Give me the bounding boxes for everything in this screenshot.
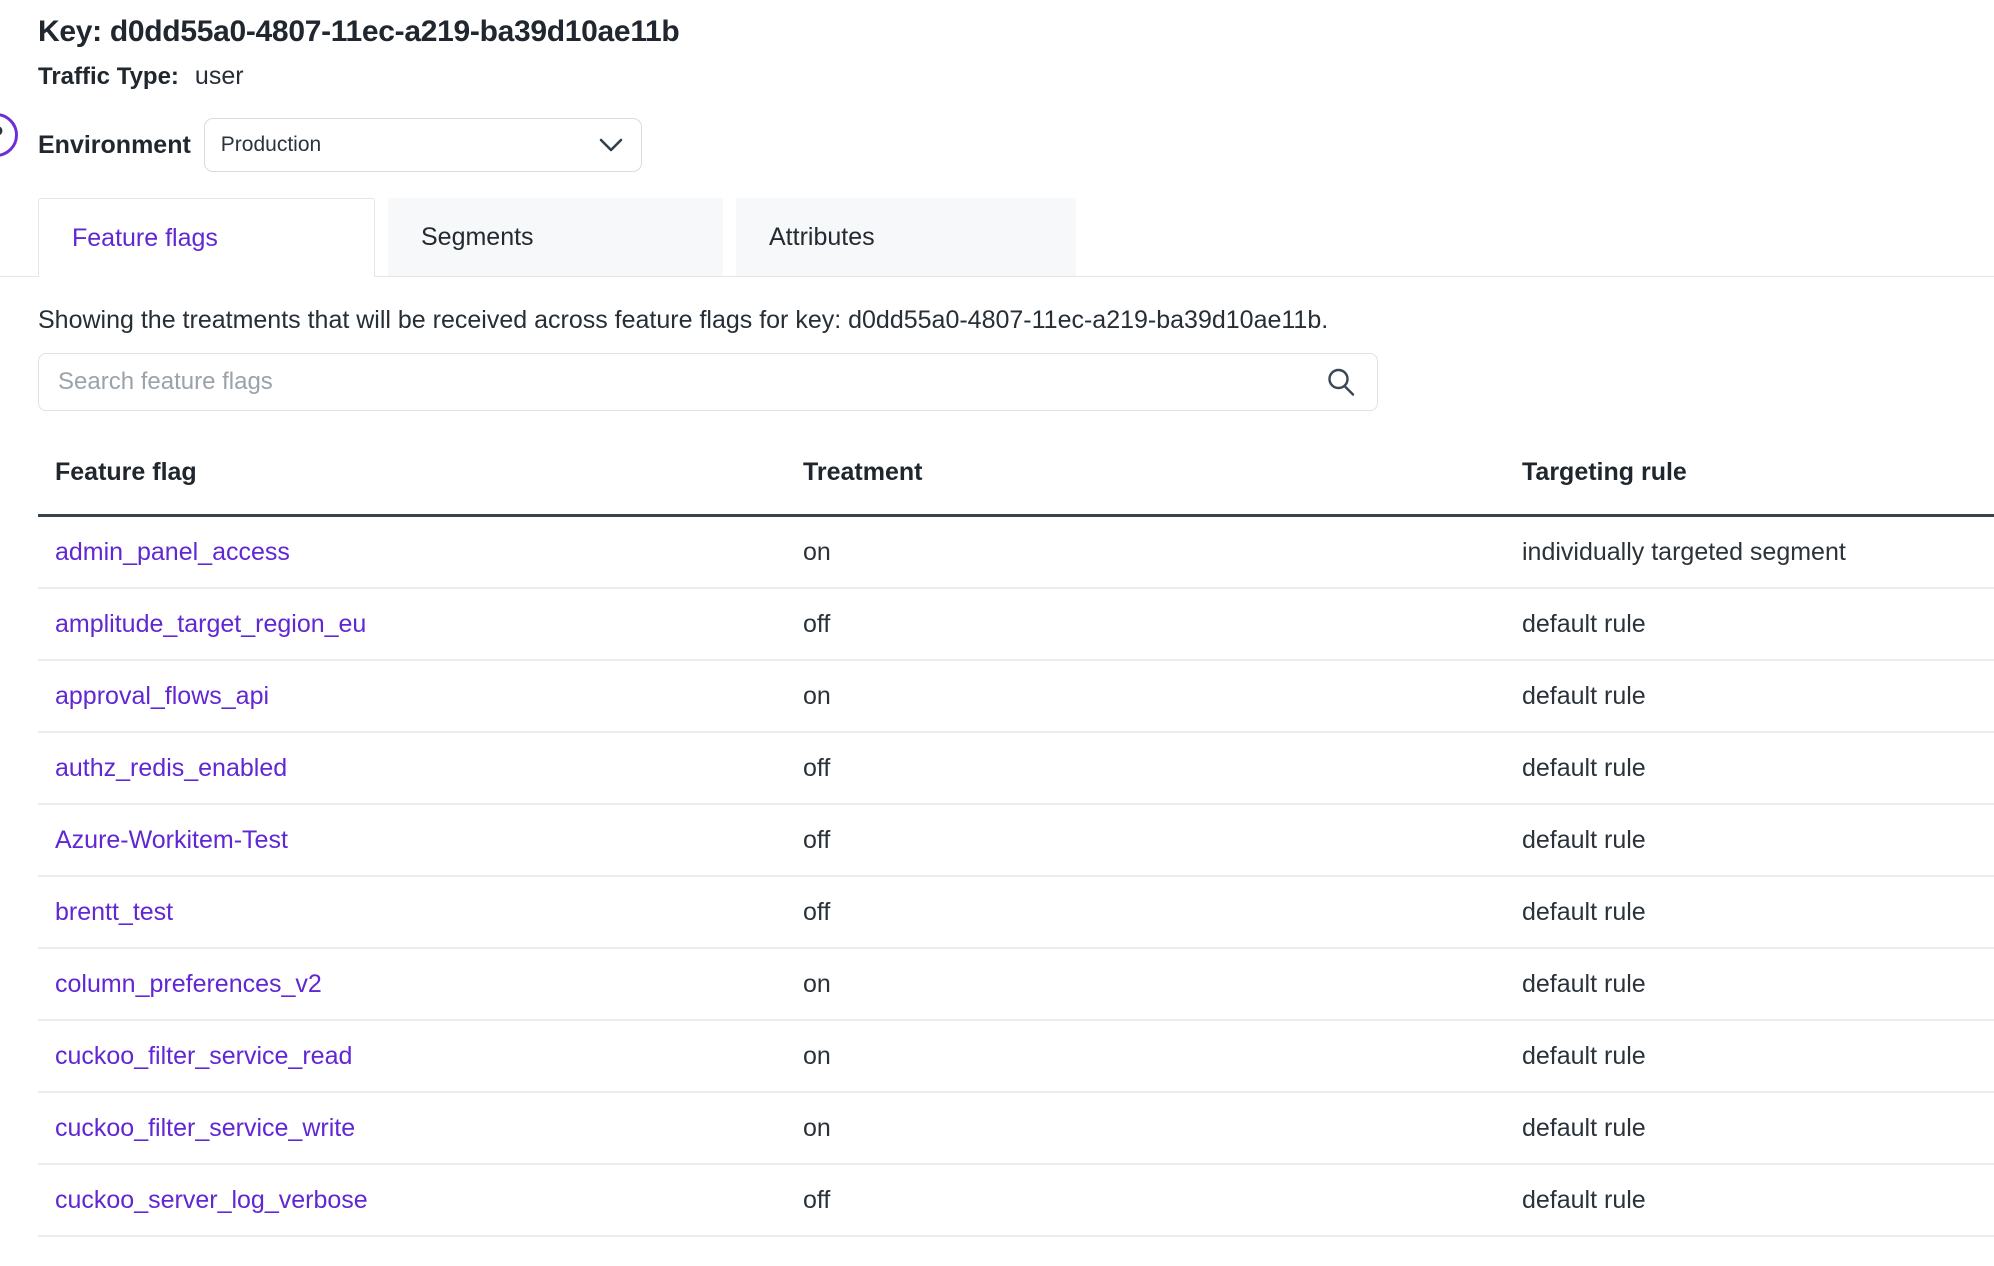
treatment-value: on — [803, 1092, 1522, 1164]
search-box — [38, 353, 1378, 411]
feature-flag-cell: Azure-Workitem-Test — [38, 804, 803, 876]
feature-flag-link[interactable]: column_preferences_v2 — [55, 970, 322, 998]
tab-attributes-label: Attributes — [769, 223, 875, 252]
targeting-rule-value: individually targeted segment — [1522, 516, 1994, 589]
feature-flag-cell: cuckoo_filter_service_read — [38, 1020, 803, 1092]
targeting-rule-value: default rule — [1522, 1164, 1994, 1236]
table-row: Azure-Workitem-Test off default rule — [38, 804, 1994, 876]
tab-feature-flags[interactable]: Feature flags — [38, 198, 375, 277]
traffic-type-row: Traffic Type: user — [38, 61, 1994, 92]
table-row: cuckoo_filter_service_read on default ru… — [38, 1020, 1994, 1092]
feature-flag-cell: amplitude_target_region_eu — [38, 588, 803, 660]
traffic-type-value: user — [195, 61, 244, 91]
targeting-rule-value: default rule — [1522, 732, 1994, 804]
feature-flag-link[interactable]: authz_redis_enabled — [55, 754, 287, 782]
table-row: cuckoo_filter_service_write on default r… — [38, 1092, 1994, 1164]
tab-segments[interactable]: Segments — [388, 198, 723, 276]
partial-avatar-icon[interactable]: ? — [0, 113, 18, 157]
tab-attributes[interactable]: Attributes — [736, 198, 1076, 276]
tab-segments-label: Segments — [421, 223, 534, 252]
feature-flag-cell: column_preferences_v2 — [38, 948, 803, 1020]
targeting-rule-value: default rule — [1522, 660, 1994, 732]
column-header-targeting-rule: Targeting rule — [1522, 411, 1994, 516]
feature-flag-link[interactable]: cuckoo_filter_service_read — [55, 1042, 352, 1070]
treatment-value: off — [803, 588, 1522, 660]
feature-flag-link[interactable]: approval_flows_api — [55, 682, 269, 710]
feature-flag-link[interactable]: cuckoo_server_log_verbose — [55, 1186, 368, 1214]
feature-flags-table: Feature flag Treatment Targeting rule ad… — [38, 411, 1994, 1237]
environment-selected-value: Production — [221, 133, 321, 157]
targeting-rule-value: default rule — [1522, 948, 1994, 1020]
table-row: admin_panel_access on individually targe… — [38, 516, 1994, 589]
table-row: column_preferences_v2 on default rule — [38, 948, 1994, 1020]
traffic-type-label: Traffic Type: — [38, 62, 179, 92]
feature-flag-link[interactable]: cuckoo_filter_service_write — [55, 1114, 355, 1142]
treatment-value: off — [803, 804, 1522, 876]
table-row: authz_redis_enabled off default rule — [38, 732, 1994, 804]
feature-flag-cell: approval_flows_api — [38, 660, 803, 732]
treatment-value: off — [803, 876, 1522, 948]
feature-flag-link[interactable]: amplitude_target_region_eu — [55, 610, 366, 638]
feature-flag-cell: cuckoo_filter_service_write — [38, 1092, 803, 1164]
search-icon — [1325, 366, 1357, 398]
feature-flag-cell: admin_panel_access — [38, 516, 803, 589]
table-header-row: Feature flag Treatment Targeting rule — [38, 411, 1994, 516]
targeting-rule-value: default rule — [1522, 876, 1994, 948]
targeting-rule-value: default rule — [1522, 1092, 1994, 1164]
tab-feature-flags-label: Feature flags — [72, 224, 218, 253]
treatment-value: off — [803, 1164, 1522, 1236]
chevron-down-icon — [599, 138, 623, 152]
tab-bar: Feature flags Segments Attributes — [0, 198, 1994, 277]
treatment-value: on — [803, 1020, 1522, 1092]
feature-flag-link[interactable]: admin_panel_access — [55, 538, 290, 566]
table-row: brentt_test off default rule — [38, 876, 1994, 948]
page-title: Key: d0dd55a0-4807-11ec-a219-ba39d10ae11… — [38, 14, 1994, 50]
treatment-value: off — [803, 732, 1522, 804]
feature-flag-link[interactable]: brentt_test — [55, 898, 173, 926]
feature-flag-link[interactable]: Azure-Workitem-Test — [55, 826, 288, 854]
search-input[interactable] — [56, 367, 1325, 397]
feature-flag-cell: authz_redis_enabled — [38, 732, 803, 804]
targeting-rule-value: default rule — [1522, 804, 1994, 876]
feature-flag-cell: brentt_test — [38, 876, 803, 948]
treatment-value: on — [803, 516, 1522, 589]
treatment-value: on — [803, 948, 1522, 1020]
column-header-feature-flag: Feature flag — [38, 411, 803, 516]
treatments-description: Showing the treatments that will be rece… — [38, 304, 1994, 336]
targeting-rule-value: default rule — [1522, 1020, 1994, 1092]
table-row: amplitude_target_region_eu off default r… — [38, 588, 1994, 660]
targeting-rule-value: default rule — [1522, 588, 1994, 660]
column-header-treatment: Treatment — [803, 411, 1522, 516]
environment-row: Environment Production — [38, 118, 1994, 172]
table-row: approval_flows_api on default rule — [38, 660, 1994, 732]
feature-flag-cell: cuckoo_server_log_verbose — [38, 1164, 803, 1236]
treatment-value: on — [803, 660, 1522, 732]
environment-select[interactable]: Production — [204, 118, 642, 172]
table-row: cuckoo_server_log_verbose off default ru… — [38, 1164, 1994, 1236]
environment-label: Environment — [38, 131, 191, 160]
